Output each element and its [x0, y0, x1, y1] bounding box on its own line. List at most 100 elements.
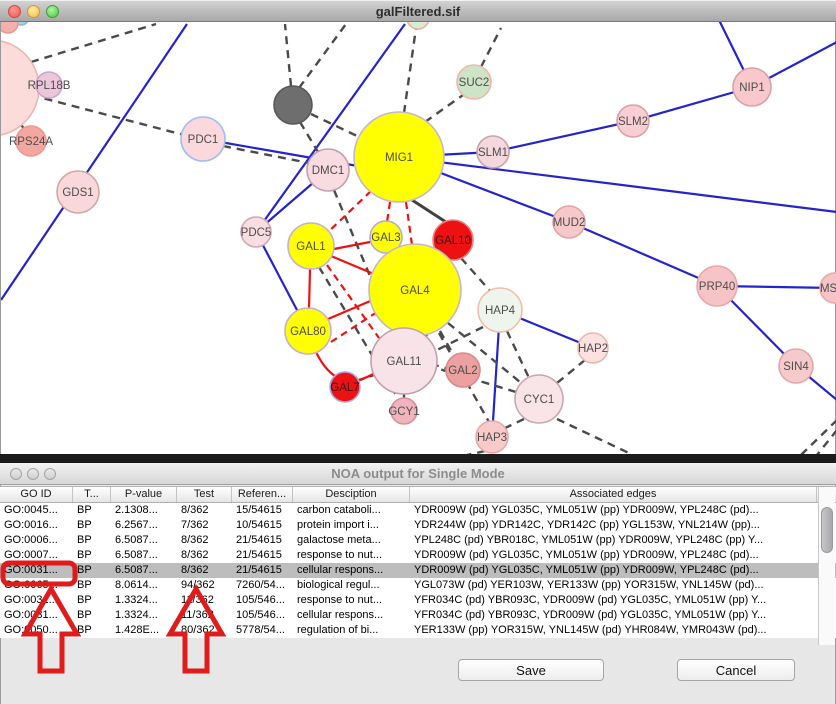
table-row[interactable]: GO:0065...BP8.0614...94/3627260/54...bio… [0, 578, 836, 593]
node-label-SIN4: SIN4 [783, 361, 809, 373]
cell: regulation of bi... [293, 623, 410, 638]
cell: 1.3324... [111, 608, 177, 623]
cell: 11/362 [177, 608, 232, 623]
cell: 8/362 [177, 548, 232, 563]
cell: 21/54615 [232, 548, 293, 563]
cell: 1.428E... [111, 623, 177, 638]
cell: YGL073W (pd) YER103W, YER133W (pp) YOR31… [410, 578, 817, 593]
cell: GO:0031... [0, 593, 73, 608]
cell: 21/54615 [232, 533, 293, 548]
edge-red-49 [309, 269, 310, 309]
node-label-GDS1: GDS1 [62, 187, 93, 199]
cell: GO:0007... [0, 548, 73, 563]
edge-dash-42 [557, 419, 633, 454]
cell: 15/54615 [232, 503, 293, 518]
node-label-NIP1: NIP1 [739, 82, 765, 94]
column-header-desciption[interactable]: Desciption [293, 487, 410, 502]
scrollbar-thumb[interactable] [821, 507, 833, 553]
cell: BP [73, 518, 111, 533]
node-label-SLM2: SLM2 [618, 116, 648, 128]
cell: BP [73, 533, 111, 548]
cell: YDR009W (pd) YGL035C, YML051W (pp) YDR00… [410, 563, 817, 578]
cell: 105/546... [232, 593, 293, 608]
cell: GO:0016... [0, 518, 73, 533]
edge-dash-28 [481, 28, 501, 67]
save-button[interactable]: Save [458, 659, 604, 681]
cell: 8/362 [177, 563, 232, 578]
table-row[interactable]: GO:0031...BP1.3324...11/362105/546...cel… [0, 608, 836, 623]
cell: 94/362 [177, 578, 232, 593]
column-header-test[interactable]: Test [177, 487, 232, 502]
cell: BP [73, 548, 111, 563]
graph-window: RPL18BRPS24AGDS1PDC1PDC5DMC1MIG1SLM1SUC2… [0, 0, 836, 454]
table-row[interactable]: GO:0016...BP6.2567...7/36210/54615protei… [0, 518, 836, 533]
cell: BP [73, 503, 111, 518]
node-label-RPS24A: RPS24A [9, 136, 53, 148]
cell: YPL248C (pd) YBR018C, YML051W (pp) YDR00… [410, 533, 817, 548]
cell: 7/362 [177, 518, 232, 533]
edge-red-50 [328, 299, 375, 319]
cell: GO:0045... [0, 503, 73, 518]
node-label-MIG1: MIG1 [385, 152, 413, 164]
edge-dash-25 [300, 122, 318, 152]
column-header-referen[interactable]: Referen... [232, 487, 293, 502]
table-row[interactable]: GO:0050...BP1.428E...80/3625778/54...reg… [0, 623, 836, 638]
node-label-GCY1: GCY1 [388, 406, 419, 418]
cell: 105/546... [232, 608, 293, 623]
cell: GO:0006... [0, 533, 73, 548]
cell: 10/54615 [232, 518, 293, 533]
cell: YDR244W (pp) YDR142C, YDR142C (pp) YGL15… [410, 518, 817, 533]
cell: 6.5087... [111, 533, 177, 548]
node-label-PRP40: PRP40 [699, 281, 735, 293]
cancel-button[interactable]: Cancel [677, 659, 795, 681]
cell: 11/362 [177, 593, 232, 608]
node-label-GAL3: GAL3 [371, 232, 400, 244]
column-header-associatededges[interactable]: Associated edges [410, 487, 817, 502]
network-canvas[interactable]: RPL18BRPS24AGDS1PDC1PDC5DMC1MIG1SLM1SUC2… [1, 0, 836, 454]
node-gray-node[interactable] [274, 86, 312, 124]
node-label-RPL18B: RPL18B [28, 80, 71, 92]
node-label-GAL11: GAL11 [387, 356, 422, 368]
column-header-pvalue[interactable]: P-value [111, 487, 177, 502]
node-label-GAL1: GAL1 [296, 241, 325, 253]
cell: response to nut... [293, 593, 410, 608]
noa-window-title: NOA output for Single Mode [0, 466, 836, 481]
column-header-t[interactable]: T... [73, 487, 111, 502]
cell: YFR034C (pd) YBR093C, YDR009W (pd) YGL03… [410, 608, 817, 623]
cell: 6.5087... [111, 548, 177, 563]
table-row[interactable]: GO:0031...BP1.3324...11/362105/546...res… [0, 593, 836, 608]
table-row[interactable]: GO:0031...BP6.5087...8/36221/54615cellul… [0, 563, 836, 578]
edge-dash-19 [31, 95, 184, 135]
column-header-goid[interactable]: GO ID [0, 487, 73, 502]
edge-dash-23 [299, 24, 346, 88]
edge-red-51 [334, 242, 370, 249]
cell: response to nut... [293, 548, 410, 563]
cell: YDR009W (pd) YGL035C, YML051W (pp) YDR00… [410, 548, 817, 563]
cell: 8.0614... [111, 578, 177, 593]
cell: GO:0031... [0, 608, 73, 623]
table-row[interactable]: GO:0006...BP6.5087...8/36221/54615galact… [0, 533, 836, 548]
edge-blue-11 [399, 157, 836, 212]
edge-dash-34 [503, 419, 524, 429]
cell: GO:0031... [0, 563, 73, 578]
edge-reddash-54 [387, 202, 390, 222]
node-label-SUC2: SUC2 [459, 77, 490, 89]
noa-window-titlebar: NOA output for Single Mode [0, 463, 836, 485]
cell: GO:0065... [0, 578, 73, 593]
edge-dash-33 [557, 360, 585, 383]
table-row[interactable]: GO:0045...BP2.1308...8/36215/54615carbon… [0, 503, 836, 518]
cell: 21/54615 [232, 563, 293, 578]
node-label-GAL4: GAL4 [400, 285, 430, 297]
node-label-SLM1: SLM1 [478, 147, 508, 159]
table-header-row: GO IDT...P-valueTestReferen...Desciption… [0, 486, 836, 503]
cell: galactose meta... [293, 533, 410, 548]
node-label-PDC5: PDC5 [241, 227, 272, 239]
node-label-PDC1: PDC1 [188, 134, 219, 146]
table-row[interactable]: GO:0007...BP6.5087...8/36221/54615respon… [0, 548, 836, 563]
cell: YDR009W (pd) YGL035C, YML051W (pp) YDR00… [410, 503, 817, 518]
window-divider [0, 454, 836, 463]
vertical-scrollbar[interactable] [818, 487, 835, 645]
cell: carbon cataboli... [293, 503, 410, 518]
edge-dash-22 [285, 24, 291, 86]
cell: 8/362 [177, 503, 232, 518]
